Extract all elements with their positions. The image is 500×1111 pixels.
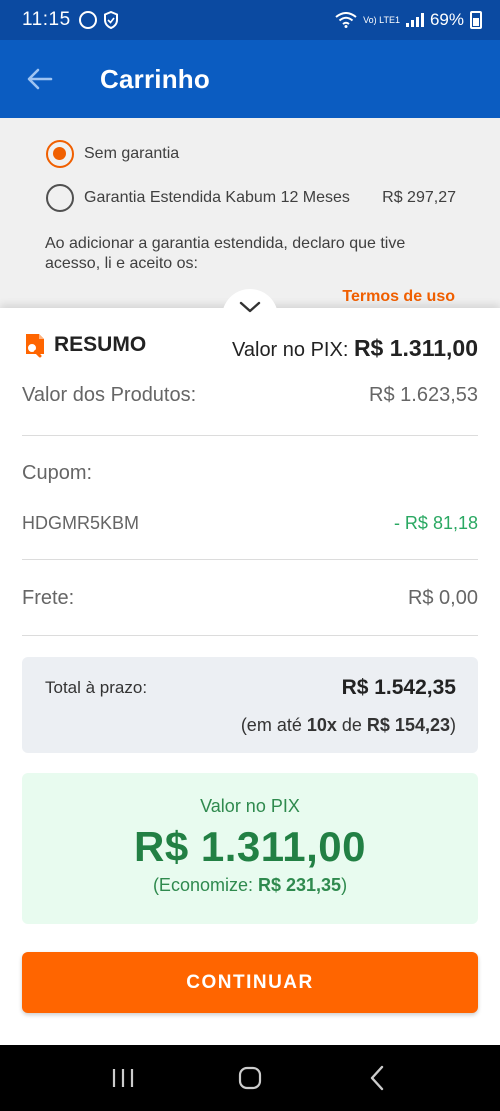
warranty-option-none[interactable]: Sem garantia <box>46 140 179 168</box>
radio-selected-icon[interactable] <box>46 140 74 168</box>
shipping-row: Frete: R$ 0,00 <box>22 587 478 610</box>
shipping-label: Frete: <box>22 587 75 609</box>
pix-header-label: Valor no PIX: <box>232 339 349 361</box>
home-icon <box>238 1066 262 1090</box>
total-label: Total à prazo: <box>45 678 148 697</box>
total-value: R$ 1.542,35 <box>341 676 456 699</box>
back-nav-icon <box>370 1065 383 1091</box>
products-row: Valor dos Produtos: R$ 1.623,53 <box>22 384 478 407</box>
economy-prefix: (Economize: <box>152 875 258 895</box>
back-nav-button[interactable] <box>357 1058 397 1098</box>
continue-button[interactable]: CONTINUAR <box>22 952 478 1013</box>
divider <box>22 435 478 436</box>
status-right: Vo) LTE1 69% <box>335 10 482 30</box>
battery-icon <box>470 11 482 29</box>
status-bar: 11:15 Vo) LTE1 69% <box>0 0 500 40</box>
terms-of-use-link[interactable]: Termos de uso <box>342 288 455 306</box>
page-title: Carrinho <box>100 63 210 94</box>
installment-count: 10x <box>306 715 337 735</box>
products-value: R$ 1.623,53 <box>369 384 478 406</box>
pix-price-box: Valor no PIX R$ 1.311,00 (Economize: R$ … <box>22 773 478 924</box>
coupon-label: Cupom: <box>22 462 93 484</box>
system-nav-bar <box>0 1045 500 1111</box>
wifi-icon <box>335 12 357 28</box>
pix-price: R$ 1.311,00 <box>133 823 367 870</box>
economy-suffix: ) <box>341 875 348 895</box>
pix-header: Valor no PIX: R$ 1.311,00 <box>232 335 478 362</box>
divider <box>22 635 478 636</box>
coupon-discount: - R$ 81,18 <box>393 513 478 533</box>
receipt-search-icon <box>26 334 44 358</box>
status-time: 11:15 <box>22 9 71 30</box>
home-button[interactable] <box>230 1058 270 1098</box>
installment-suffix: ) <box>450 715 456 735</box>
pix-header-value: R$ 1.311,00 <box>353 335 478 361</box>
notification-icons <box>78 11 119 29</box>
app-bar: Carrinho <box>0 40 500 118</box>
divider <box>22 559 478 560</box>
whatsapp-icon <box>78 11 97 29</box>
warranty-option-label: Sem garantia <box>84 145 180 162</box>
recent-apps-icon <box>113 1069 134 1087</box>
economy-value: R$ 231,35 <box>257 875 342 895</box>
economy-info: (Economize: R$ 231,35) <box>22 875 478 896</box>
chevron-down-icon <box>239 301 261 313</box>
coupon-code: HDGMR5KBM <box>22 513 140 533</box>
radio-unselected-icon[interactable] <box>46 184 74 212</box>
installment-prefix: (em até <box>240 715 307 735</box>
products-label: Valor dos Produtos: <box>22 384 197 406</box>
back-button[interactable] <box>0 40 80 118</box>
total-installment-box: Total à prazo: R$ 1.542,35 (em até 10x d… <box>22 657 478 753</box>
installment-mid: de <box>336 715 367 735</box>
shield-icon <box>103 11 118 29</box>
warranty-option-label: Garantia Estendida Kabum 12 Meses <box>84 189 350 206</box>
arrow-left-icon <box>27 68 53 90</box>
pix-caption: Valor no PIX <box>200 796 300 816</box>
summary-title: RESUMO <box>54 333 147 356</box>
coupon-detail-row: HDGMR5KBM - R$ 81,18 <box>22 513 478 534</box>
shipping-value: R$ 0,00 <box>407 587 478 609</box>
warranty-option-12-months[interactable]: Garantia Estendida Kabum 12 Meses <box>46 184 350 212</box>
terms-description: Ao adicionar a garantia estendida, decla… <box>45 235 406 272</box>
recent-apps-button[interactable] <box>103 1058 143 1098</box>
battery-percent: 69% <box>429 10 464 29</box>
installment-info: (em até 10x de R$ 154,23) <box>241 715 456 736</box>
summary-header: RESUMO <box>22 332 146 358</box>
installment-value: R$ 154,23 <box>366 715 450 735</box>
signal-icon <box>405 13 424 27</box>
network-label: Vo) LTE1 <box>363 14 400 25</box>
warranty-price: R$ 297,27 <box>382 189 456 206</box>
coupon-row: Cupom: <box>22 462 478 485</box>
